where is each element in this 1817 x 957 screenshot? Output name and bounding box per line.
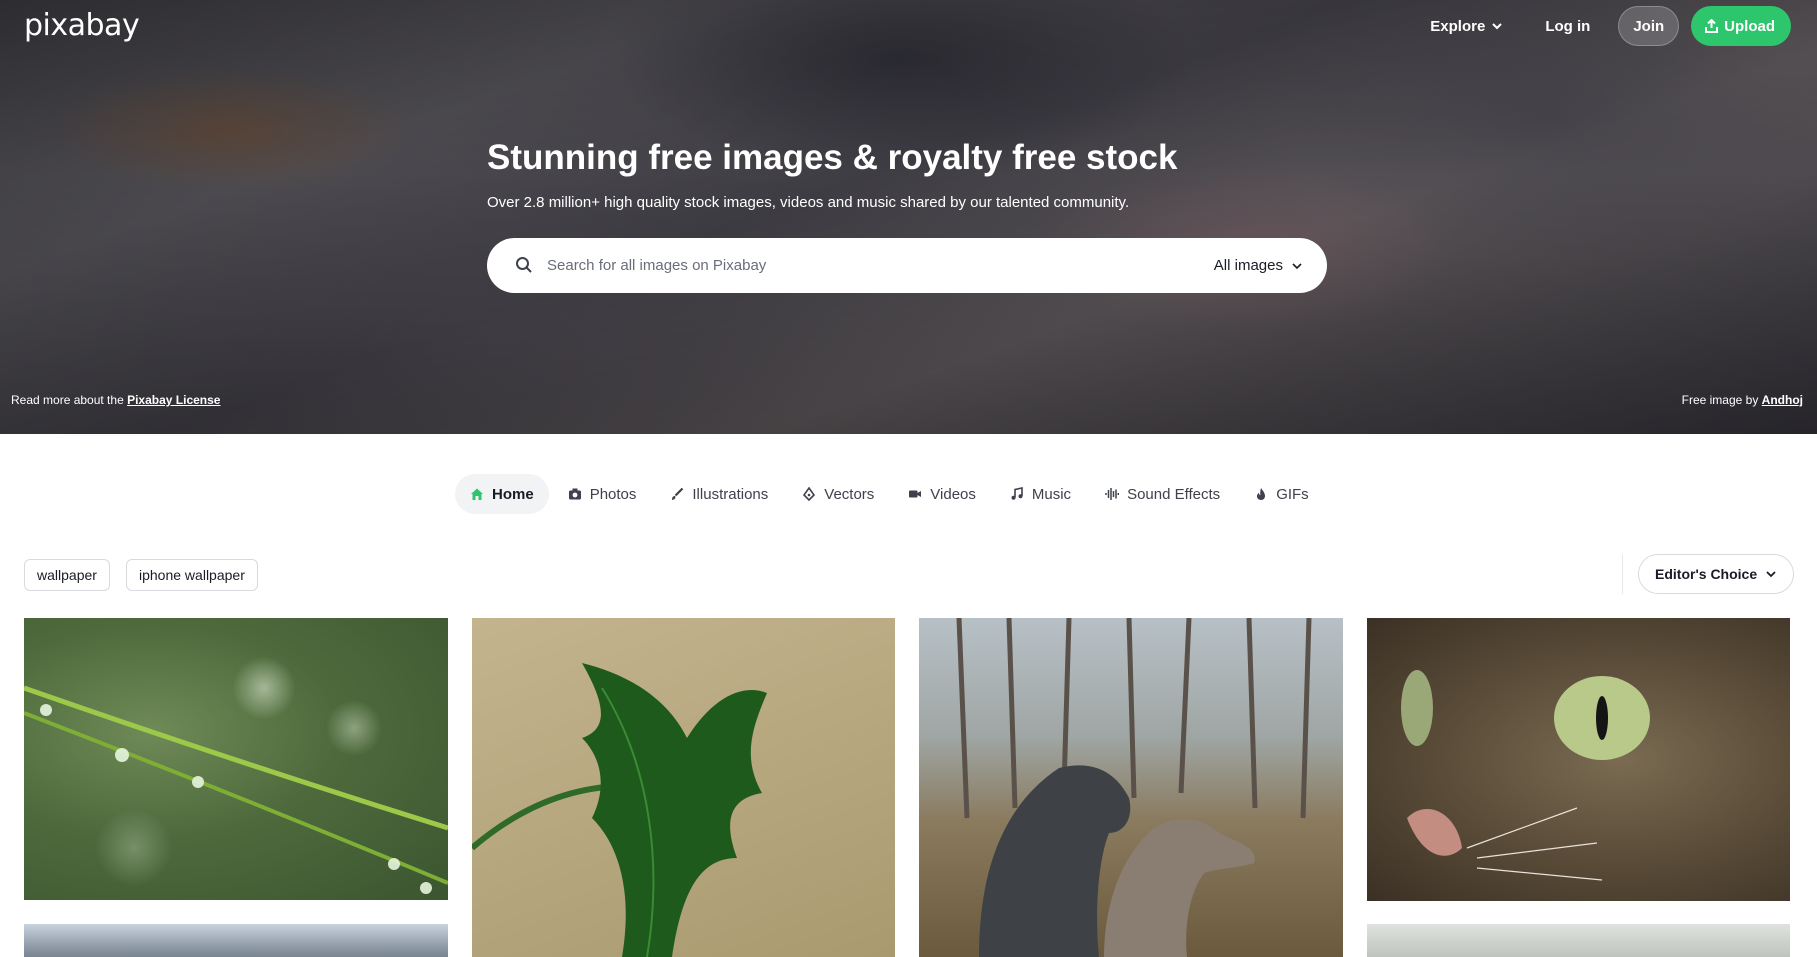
join-button[interactable]: Join: [1618, 6, 1680, 46]
license-note: Read more about the Pixabay License: [11, 393, 220, 407]
tag-chip[interactable]: iphone wallpaper: [126, 559, 258, 591]
sort-label: Editor's Choice: [1655, 566, 1758, 582]
image-credit: Free image by Andhoj: [1682, 393, 1803, 407]
tab-label: Videos: [930, 485, 976, 503]
plant-leaf-artwork: [472, 663, 767, 957]
tab-label: Sound Effects: [1127, 485, 1221, 503]
chevron-down-icon: [1492, 23, 1503, 30]
hero-title: Stunning free images & royalty free stoc…: [487, 138, 1178, 177]
image-card-mountains[interactable]: [24, 924, 448, 957]
tab-music[interactable]: Music: [995, 474, 1086, 514]
credit-prefix: Free image by: [1681, 393, 1759, 407]
music-note-icon: [1011, 487, 1023, 500]
login-link[interactable]: Log in: [1527, 6, 1608, 46]
image-card-plant-leaf[interactable]: [472, 618, 895, 957]
tab-vectors[interactable]: Vectors: [787, 474, 889, 514]
tab-home[interactable]: Home: [455, 474, 549, 514]
search-bar: All images: [487, 238, 1327, 293]
sort-dropdown[interactable]: Editor's Choice: [1638, 554, 1795, 594]
tab-label: GIFs: [1276, 485, 1309, 503]
upload-button[interactable]: Upload: [1691, 6, 1791, 46]
video-camera-icon: [909, 490, 922, 498]
upload-icon: [1705, 19, 1719, 33]
toolbar-divider: [1622, 554, 1623, 594]
pixabay-logo[interactable]: pixabay: [24, 8, 140, 43]
explore-menu-button[interactable]: Explore: [1412, 6, 1521, 46]
tab-photos[interactable]: Photos: [553, 474, 652, 514]
tab-illustrations[interactable]: Illustrations: [655, 474, 783, 514]
search-input[interactable]: [547, 238, 1167, 293]
upload-label: Upload: [1724, 17, 1775, 35]
explore-label: Explore: [1430, 17, 1486, 35]
waveform-icon: [1105, 488, 1120, 500]
tab-label: Home: [492, 485, 534, 503]
brush-icon: [672, 487, 684, 500]
tab-label: Illustrations: [692, 485, 769, 503]
hero-subtitle: Over 2.8 million+ high quality stock ima…: [487, 194, 1130, 211]
tab-gifs[interactable]: GIFs: [1239, 474, 1324, 514]
tab-videos[interactable]: Videos: [893, 474, 991, 514]
license-link[interactable]: Pixabay License: [127, 393, 220, 407]
search-type-label: All images: [1213, 257, 1283, 274]
image-card-cat[interactable]: [1367, 618, 1790, 901]
image-card-branches[interactable]: [1367, 924, 1790, 957]
tab-label: Photos: [589, 485, 637, 503]
tab-label: Music: [1031, 485, 1072, 503]
dew-drops-artwork: [24, 685, 448, 894]
license-prefix: Read more about the: [11, 393, 124, 407]
chevron-down-icon: [1292, 262, 1302, 269]
tab-label: Vectors: [824, 485, 875, 503]
pen-nib-icon: [803, 487, 816, 501]
search-icon[interactable]: [515, 256, 533, 274]
search-type-dropdown[interactable]: All images: [1214, 238, 1303, 293]
image-card-dogs[interactable]: [919, 618, 1343, 957]
dogs-artwork: [956, 618, 1312, 957]
tag-chip[interactable]: wallpaper: [24, 559, 110, 591]
hero-banner: pixabay Explore Log in Join Upload Stunn…: [0, 0, 1817, 434]
chevron-down-icon: [1766, 571, 1776, 578]
credit-author-link[interactable]: Andhoj: [1762, 393, 1803, 407]
image-card-dew-drops[interactable]: [24, 618, 448, 900]
category-tabs: Home Photos Illustrations Vectors Videos…: [455, 474, 1324, 514]
tab-sound-effects[interactable]: Sound Effects: [1090, 474, 1235, 514]
home-icon: [471, 488, 483, 500]
top-navigation: Explore Log in Join Upload: [1412, 6, 1791, 46]
cat-artwork: [1401, 670, 1650, 881]
camera-icon: [568, 488, 581, 500]
flame-icon: [1257, 488, 1266, 500]
hero-overlay: [0, 0, 1817, 434]
